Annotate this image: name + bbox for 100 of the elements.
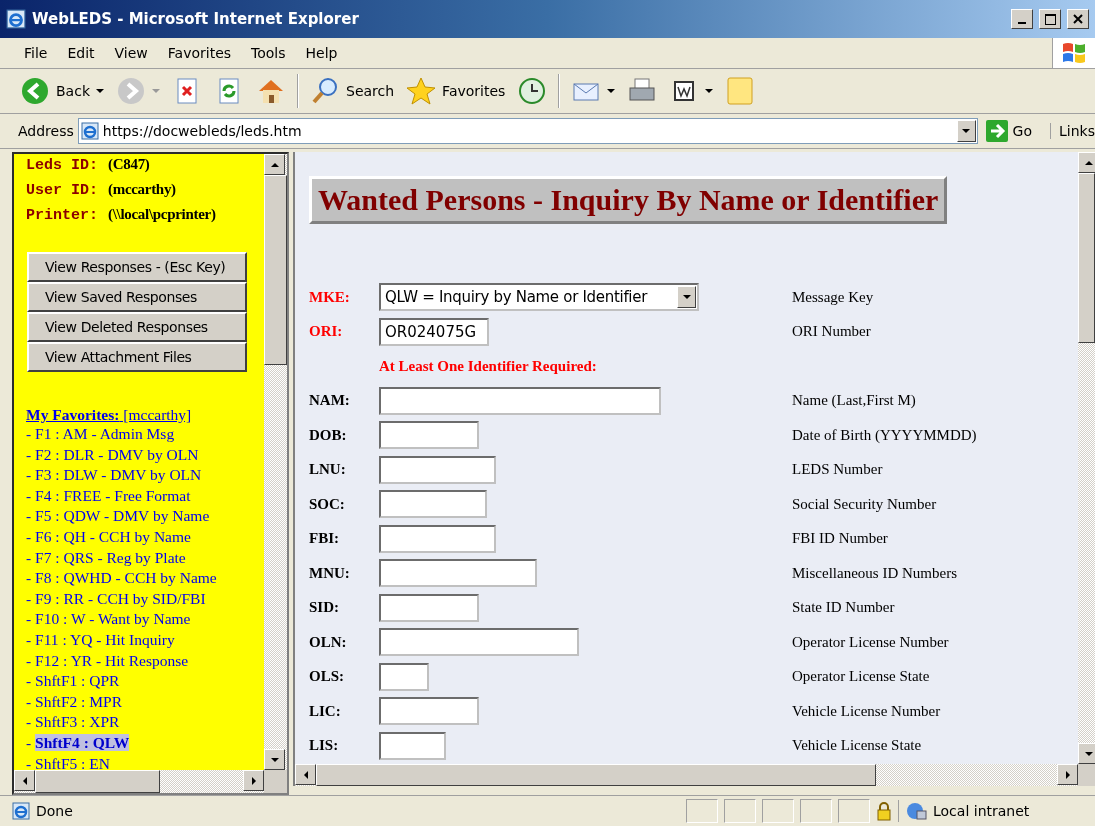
status-pane [686, 799, 718, 823]
scroll-right-button[interactable] [1057, 764, 1078, 785]
favorite-link[interactable]: - F6 : QH - CCH by Name [26, 526, 191, 548]
favorite-link[interactable]: - F5 : QDW - DMV by Name [26, 506, 210, 527]
favorite-link[interactable]: - F2 : DLR - DMV by OLN [26, 444, 199, 466]
go-button[interactable]: Go [981, 120, 1047, 142]
scroll-thumb[interactable] [316, 764, 876, 786]
favorite-link[interactable]: - ShftF5 : EN [26, 753, 110, 770]
field-label: NAM: [309, 392, 351, 410]
close-icon [1073, 14, 1083, 24]
info-label: User ID: [26, 182, 98, 199]
scroll-left-button[interactable] [295, 764, 316, 785]
side-button[interactable]: View Saved Responses [27, 282, 247, 312]
scroll-left-button[interactable] [14, 770, 35, 791]
field-description: ORI Number [792, 323, 872, 341]
input-field[interactable] [379, 386, 661, 415]
input-field[interactable] [379, 490, 487, 519]
scroll-thumb[interactable] [35, 770, 160, 793]
side-button[interactable]: View Deleted Responses [27, 312, 247, 342]
favorite-link[interactable]: - F11 : YQ - Hit Inquiry [26, 629, 175, 651]
input-field[interactable] [379, 455, 496, 484]
field-label: LNU: [309, 461, 347, 479]
scroll-down-button[interactable] [1078, 743, 1095, 764]
scroll-up-button[interactable] [264, 154, 285, 175]
lock-icon [876, 801, 892, 821]
field-description: Operator License Number [792, 633, 950, 651]
menu-item[interactable]: Favorites [157, 45, 242, 61]
favorite-link[interactable]: - F3 : DLW - DMV by OLN [26, 465, 202, 486]
maximize-button[interactable] [1039, 9, 1061, 29]
menu-item[interactable]: View [104, 45, 158, 61]
field-label: ORI: [309, 323, 344, 341]
horizontal-scrollbar[interactable] [14, 770, 264, 793]
scroll-thumb[interactable] [264, 175, 287, 365]
address-label: Address [18, 123, 74, 139]
menu-item[interactable]: Help [295, 45, 348, 61]
minimize-button[interactable] [1011, 9, 1033, 29]
close-button[interactable] [1067, 9, 1089, 29]
horizontal-scrollbar[interactable] [295, 764, 1078, 786]
favorite-link[interactable]: - F9 : RR - CCH by SID/FBI [26, 588, 206, 610]
toolbar-label[interactable]: Search [346, 83, 395, 99]
field-label: OLS: [309, 668, 345, 686]
caret-icon[interactable] [96, 89, 104, 93]
address-field[interactable]: https://docwebleds/leds.htm [77, 118, 978, 144]
field-description: Message Key [792, 288, 875, 306]
toolbar-label[interactable]: Favorites [442, 83, 506, 99]
input-field[interactable] [379, 559, 537, 588]
browser-icon [6, 9, 26, 29]
field-label: MKE: [309, 288, 351, 306]
input-field[interactable] [379, 524, 496, 553]
info-value: (mccarthy) [108, 181, 176, 198]
dropdown-arrow-button[interactable] [956, 120, 976, 142]
side-button[interactable]: View Responses - (Esc Key) [27, 252, 247, 282]
status-pane [838, 799, 870, 823]
favorite-link[interactable]: - ShftF1 : QPR [26, 671, 120, 692]
favorite-link[interactable]: - F7 : QRS - Reg by Plate [26, 547, 186, 569]
scroll-up-button[interactable] [1078, 152, 1095, 173]
input-field[interactable]: OR024075G [379, 317, 489, 346]
message-key-dropdown[interactable]: QLW = Inquiry by Name or Identifier [379, 283, 699, 312]
favorite-link[interactable]: - ShftF2 : MPR [26, 691, 123, 713]
menu-item[interactable]: Edit [57, 45, 105, 61]
history-clock-icon[interactable] [517, 76, 548, 106]
field-description: State ID Number [792, 599, 896, 617]
scroll-right-button[interactable] [243, 770, 264, 791]
field-label: SOC: [309, 495, 346, 513]
field-description: FBI ID Number [792, 530, 889, 548]
search-icon[interactable] [310, 76, 340, 106]
side-button[interactable]: View Attachment Files [27, 342, 247, 372]
links-label[interactable]: Links [1050, 123, 1095, 139]
favorite-link[interactable]: - F12 : YR - Hit Response [26, 650, 189, 672]
input-field[interactable] [379, 628, 579, 657]
menu-item[interactable]: Tools [241, 45, 296, 61]
info-label: Leds ID: [26, 157, 98, 174]
scroll-down-button[interactable] [264, 749, 285, 770]
input-field[interactable] [379, 697, 479, 726]
caret-icon[interactable] [705, 89, 714, 93]
favorite-link[interactable]: - F4 : FREE - Free Format [26, 485, 191, 507]
dropdown-arrow-button[interactable] [677, 286, 696, 309]
caret-icon[interactable] [607, 89, 616, 93]
info-value: (C847) [108, 156, 150, 173]
scroll-thumb[interactable] [1078, 173, 1095, 343]
favorite-link[interactable]: - F1 : AM - Admin Msg [26, 424, 175, 445]
favorites-heading-link[interactable]: My Favorites: [mccarthy] [26, 406, 264, 424]
input-field[interactable] [379, 593, 479, 622]
favorite-link[interactable]: - F10 : W - Want by Name [26, 609, 191, 630]
input-field[interactable] [379, 662, 429, 691]
vertical-scrollbar[interactable] [264, 154, 287, 770]
input-field[interactable] [379, 731, 446, 760]
requirement-note: At Least One Identifier Required: [379, 357, 598, 375]
field-description: LEDS Number [792, 461, 884, 479]
favorite-link[interactable]: - F8 : QWHD - CCH by Name [26, 568, 217, 589]
input-field[interactable] [379, 421, 479, 450]
favorite-link[interactable]: - ShftF3 : XPR [26, 712, 120, 733]
info-value: (\\local\pcprinter) [108, 206, 216, 223]
vertical-scrollbar[interactable] [1078, 152, 1095, 764]
star-icon[interactable] [406, 76, 437, 106]
field-description: Operator License State [792, 668, 931, 686]
toolbar-label[interactable]: Back [56, 83, 90, 99]
field-description: Vehicle License State [792, 737, 923, 755]
network-globe-icon [905, 801, 927, 821]
menu-item[interactable]: File [14, 45, 58, 61]
